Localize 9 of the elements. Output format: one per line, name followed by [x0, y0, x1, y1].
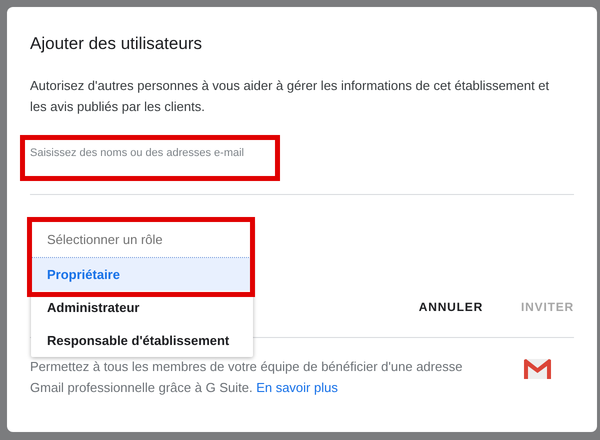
- learn-more-link[interactable]: En savoir plus: [256, 380, 338, 395]
- dialog-button[interactable]: ANNULER: [418, 298, 484, 316]
- email-input-field[interactable]: Saisissez des noms ou des adresses e-mail: [30, 144, 574, 195]
- menu-item[interactable]: Propriétaire: [31, 258, 253, 291]
- footer-text: Permettez à tous les membres de votre équipe de bénéficier d'une adresse Gmail professionnelle grâce à G Suite. En savoir plus: [30, 358, 464, 397]
- menu-item[interactable]: Responsable d'établissement: [31, 324, 253, 357]
- menu-item[interactable]: Administrateur: [31, 291, 253, 324]
- dialog-title: Ajouter des utilisateurs: [30, 33, 203, 55]
- description: Autorisez d'autres personnes à vous aider à gérer les informations de cet établissement et les avis publiés par les clients.: [30, 76, 550, 116]
